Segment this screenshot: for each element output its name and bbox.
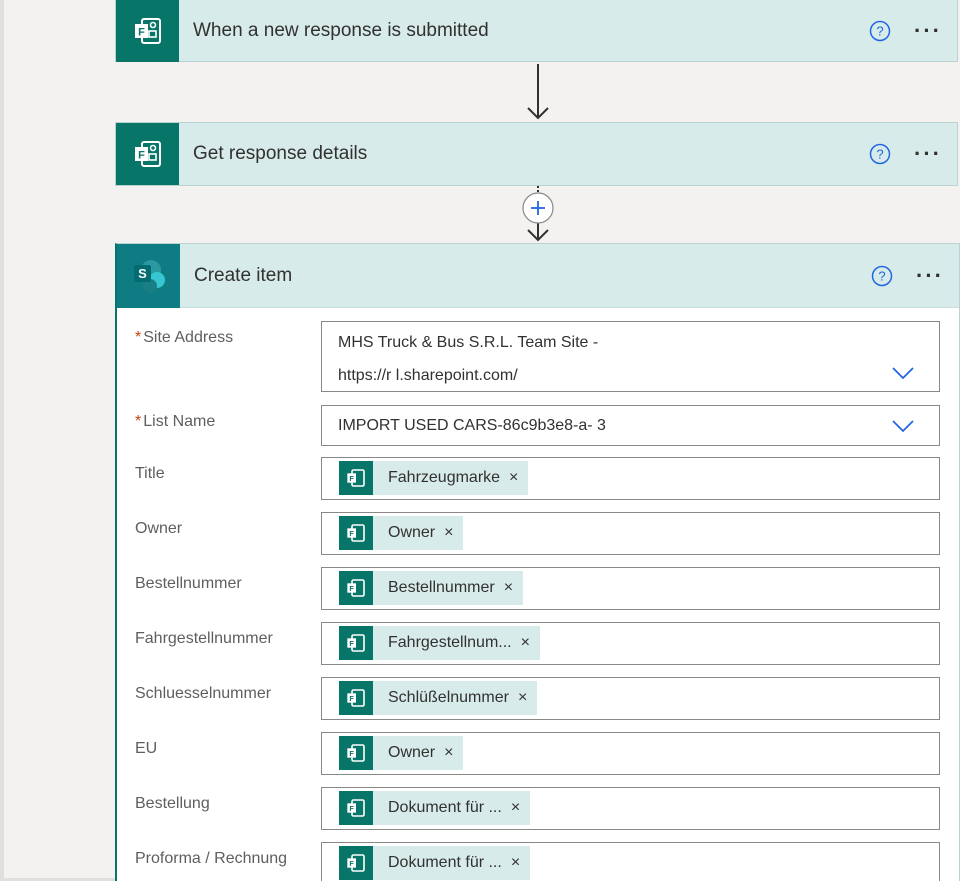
remove-token-icon[interactable]: × [444,524,453,542]
field-label: Owner [135,520,183,537]
token-label: Fahrzeugmarke [388,469,501,486]
list-name-value: IMPORT USED CARS-86c9b3e8-a- 3 [338,417,606,434]
bestellnummer-input[interactable]: F Bestellnummer × [321,567,940,610]
site-address-dropdown[interactable]: MHS Truck & Bus S.R.L. Team Site - https… [321,321,940,392]
get-details-title: Get response details [193,143,368,164]
forms-icon: F [339,681,373,715]
remove-token-icon[interactable]: × [444,744,453,762]
svg-text:S: S [138,266,147,281]
list-name-dropdown[interactable]: IMPORT USED CARS-86c9b3e8-a- 3 [321,405,940,446]
svg-text:?: ? [878,268,885,283]
svg-text:F: F [349,529,354,538]
more-options-icon[interactable]: ··· [911,143,945,165]
chevron-down-icon[interactable] [891,366,915,380]
remove-token-icon[interactable]: × [504,579,513,597]
forms-icon: F [339,571,373,605]
field-label: EU [135,740,158,757]
schluesselnummer-input[interactable]: F Schlüßelnummer × [321,677,940,720]
forms-icon: F [339,736,373,770]
more-options-icon[interactable]: ··· [913,264,947,286]
token-label: Dokument für ... [388,854,502,871]
dynamic-content-token[interactable]: F Fahrzeugmarke × [339,461,529,495]
dynamic-content-token[interactable]: F Dokument für ... × [339,791,531,825]
remove-token-icon[interactable]: × [511,799,520,817]
remove-token-icon[interactable]: × [511,854,520,872]
dynamic-content-token[interactable]: F Schlüßelnummer × [339,681,538,715]
dynamic-content-token[interactable]: F Bestellnummer × [339,571,524,605]
token-label: Owner [388,524,436,541]
forms-icon: F [339,461,373,495]
connector-arrow [527,64,549,120]
fahrgestellnummer-input[interactable]: F Fahrgestellnum... × [321,622,940,665]
forms-icon: F [116,123,179,185]
add-step-icon[interactable] [521,191,555,225]
required-mark: * [135,413,142,430]
svg-text:F: F [349,749,354,758]
dynamic-content-token[interactable]: F Owner × [339,516,464,550]
dynamic-content-token[interactable]: F Fahrgestellnum... × [339,626,540,660]
title-input[interactable]: F Fahrzeugmarke × [321,457,940,500]
help-icon[interactable]: ? [871,265,893,287]
site-address-line1: MHS Truck & Bus S.R.L. Team Site - [338,334,599,351]
token-label: Fahrgestellnum... [388,634,512,651]
token-label: Dokument für ... [388,799,502,816]
field-label: Bestellnummer [135,575,242,592]
remove-token-icon[interactable]: × [518,689,527,707]
remove-token-icon[interactable]: × [509,469,518,487]
site-address-line2: https://r l.sharepoint.com/ [338,367,518,384]
owner-input[interactable]: F Owner × [321,512,940,555]
create-item-title: Create item [194,264,293,286]
forms-icon: F [339,626,373,660]
dynamic-content-token[interactable]: F Owner × [339,736,464,770]
svg-text:F: F [349,584,354,593]
svg-text:F: F [349,639,354,648]
token-label: Owner [388,744,436,761]
more-options-icon[interactable]: ··· [911,19,945,41]
remove-token-icon[interactable]: × [521,634,530,652]
forms-icon: F [339,516,373,550]
window-border [0,0,4,881]
field-label: List Name [143,413,216,430]
svg-text:?: ? [876,147,883,162]
chevron-down-icon[interactable] [891,419,915,433]
svg-text:F: F [349,804,354,813]
svg-text:?: ? [876,23,883,38]
create-item-card: S Create item ? ··· * Site Address MHS Tr… [115,243,960,881]
forms-icon: F [339,791,373,825]
field-label: Title [135,465,165,482]
trigger-card[interactable]: F When a new response is submitted ? ··· [115,0,958,62]
help-icon[interactable]: ? [869,20,891,42]
svg-text:F: F [138,26,145,38]
get-details-card[interactable]: F Get response details ? ··· [115,122,958,186]
bestellung-input[interactable]: F Dokument für ... × [321,787,940,830]
trigger-title: When a new response is submitted [193,19,489,41]
dynamic-content-token[interactable]: F Dokument für ... × [339,846,531,880]
field-label: Fahrgestellnummer [135,630,273,647]
forms-icon: F [339,846,373,880]
forms-icon: F [116,0,179,62]
required-mark: * [135,329,142,346]
svg-text:F: F [349,694,354,703]
eu-input[interactable]: F Owner × [321,732,940,775]
field-label: Site Address [143,329,234,346]
proforma-rechnung-input[interactable]: F Dokument für ... × [321,842,940,881]
field-label: Bestellung [135,795,210,812]
sharepoint-icon: S [117,243,180,308]
token-label: Schlüßelnummer [388,689,509,706]
create-item-header[interactable]: S Create item ? ··· [117,243,959,308]
svg-text:F: F [138,150,145,162]
token-label: Bestellnummer [388,579,495,596]
help-icon[interactable]: ? [869,143,891,165]
field-label: Schluesselnummer [135,685,272,702]
svg-text:F: F [349,859,354,868]
svg-text:F: F [349,474,354,483]
field-label: Proforma / Rechnung [135,850,288,867]
